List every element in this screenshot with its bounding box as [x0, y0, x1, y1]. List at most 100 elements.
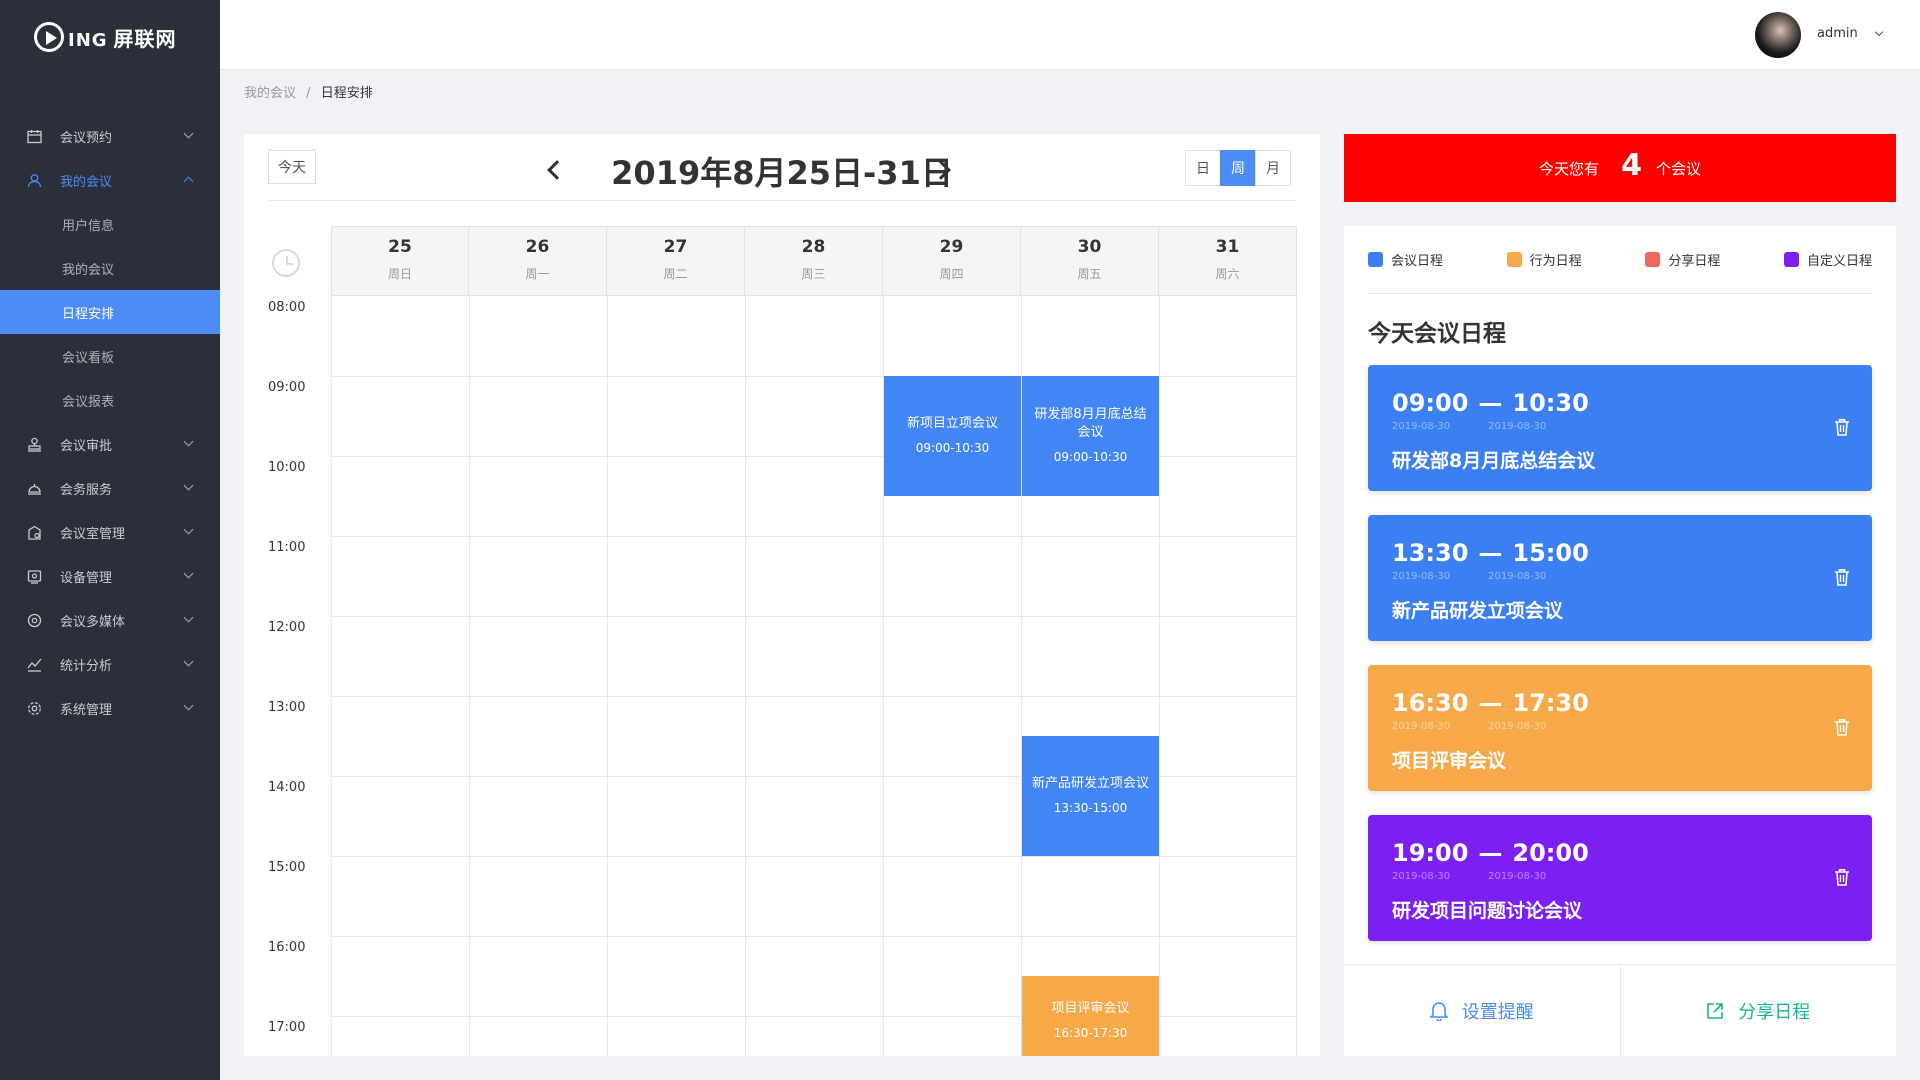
legend-item[interactable]: 分享日程: [1645, 250, 1720, 269]
sidebar-item-approval[interactable]: 会议审批: [0, 422, 220, 466]
sidebar-subitem-user-info[interactable]: 用户信息: [0, 202, 220, 246]
day-header-28[interactable]: 28 周三: [745, 226, 883, 296]
sidebar-item-label: 统计分析: [60, 658, 113, 674]
day-header-30[interactable]: 30 周五: [1021, 226, 1159, 296]
legend-swatch: [1783, 252, 1799, 267]
day-weekday: 周六: [1215, 267, 1240, 281]
sidebar-item-my-meetings[interactable]: 我的会议: [0, 158, 220, 202]
sidebar-item-booking[interactable]: 会议预约: [0, 114, 220, 158]
trash-icon[interactable]: [1834, 868, 1850, 886]
card-meeting-name: 研发部8月月底总结会议: [1392, 450, 1596, 472]
legend-item[interactable]: 行为日程: [1506, 250, 1582, 269]
schedule-card[interactable]: 16:30 — 17:30 2019-08-30 2019-08-30 项目评审会议: [1368, 665, 1872, 791]
chevron-up-icon: [183, 176, 194, 187]
event-title: 项目评审会议: [1051, 1001, 1130, 1016]
calendar-event[interactable]: 新产品研发立项会议 13:30-15:00: [1022, 736, 1159, 856]
hour-gridline: [331, 936, 1297, 937]
event-time: 09:00-10:30: [915, 441, 990, 455]
top-header: [220, 0, 1920, 70]
chevron-down-icon: [183, 612, 194, 623]
card-start-time: 16:30: [1392, 689, 1469, 717]
sidebar-subitem-schedule[interactable]: 日程安排: [0, 290, 220, 334]
schedule-card[interactable]: 19:00 — 20:00 2019-08-30 2019-08-30 研发项目问题讨论会…: [1368, 815, 1872, 941]
day-header-27[interactable]: 27 周二: [607, 226, 745, 296]
view-week-button[interactable]: 周: [1220, 150, 1256, 186]
day-gridline: [1296, 296, 1297, 1056]
chevron-down-icon: [183, 700, 194, 711]
share-schedule-button[interactable]: 分享日程: [1621, 965, 1897, 1056]
chevron-down-icon: [183, 436, 194, 447]
sidebar-item-service[interactable]: 会务服务: [0, 466, 220, 510]
day-number: 26: [525, 237, 550, 257]
user-name[interactable]: admin: [1817, 26, 1858, 41]
legend-item[interactable]: 会议日程: [1368, 250, 1443, 269]
sidebar-item-label: 会务服务: [60, 482, 113, 498]
time-label: 15:00: [268, 860, 306, 875]
sidebar-item-media[interactable]: 会议多媒体: [0, 598, 220, 642]
legend-swatch: [1645, 252, 1661, 267]
calendar-event[interactable]: 研发部8月月底总结会议 09:00-10:30: [1022, 376, 1159, 496]
divider: [1368, 293, 1872, 294]
sidebar-item-devices[interactable]: 设备管理: [0, 554, 220, 598]
card-meeting-name: 项目评审会议: [1392, 750, 1507, 772]
logo-name: 屏联网: [113, 26, 177, 51]
sidebar-nav: 会议预约 我的会议 用户信息 我的会议 日程安排 会议看板 会议报表 会议审批 …: [0, 114, 220, 730]
event-time: 16:30-17:30: [1053, 1026, 1128, 1040]
day-weekday: 周日: [387, 267, 412, 281]
day-header-29[interactable]: 29 周四: [883, 226, 1021, 296]
app-logo[interactable]: ING 屏联网: [0, 0, 220, 74]
set-reminder-button[interactable]: 设置提醒: [1344, 965, 1621, 1056]
view-month-button[interactable]: 月: [1255, 150, 1291, 186]
legend-label: 分享日程: [1668, 254, 1721, 269]
divider: [268, 200, 1296, 201]
sidebar-subitem-my-meetings[interactable]: 我的会议: [0, 246, 220, 290]
event-title: 新产品研发立项会议: [1031, 776, 1149, 791]
sidebar-item-stats[interactable]: 统计分析: [0, 642, 220, 686]
sidebar-item-system[interactable]: 系统管理: [0, 686, 220, 730]
view-day-button[interactable]: 日: [1185, 150, 1221, 186]
calendar-icon: [26, 128, 42, 144]
schedule-card[interactable]: 09:00 — 10:30 2019-08-30 2019-08-30 研发部8月月底总结…: [1368, 365, 1872, 491]
today-schedule-panel: 会议日程 行为日程 分享日程 自定义日程 今天会议日程 09:00—10:30 2019…: [1344, 226, 1896, 1056]
schedule-card[interactable]: 13:30 — 15:00 2019-08-30 2019-08-30 新产品研发立项会议: [1368, 515, 1872, 641]
day-header-26[interactable]: 26 周一: [469, 226, 607, 296]
time-label: 10:00: [268, 460, 306, 475]
event-time: 09:00-10:30: [1053, 450, 1128, 464]
chevron-down-icon: [183, 656, 194, 667]
card-start-time: 19:00: [1392, 839, 1469, 867]
day-header-25[interactable]: 25 周日: [331, 226, 469, 296]
device-icon: [26, 568, 42, 584]
calendar-event[interactable]: 项目评审会议 16:30-17:30: [1022, 976, 1159, 1056]
date-range-title: 2019年8月25日-31日: [611, 154, 953, 192]
card-time-range: 13:30 — 15:00: [1392, 539, 1589, 567]
day-gridline: [745, 296, 746, 1056]
card-dates: 2019-08-30 2019-08-30: [1392, 871, 1584, 882]
time-label: 08:00: [268, 300, 306, 315]
sidebar-subitem-report[interactable]: 会议报表: [0, 378, 220, 422]
share-schedule-label: 分享日程: [1738, 1001, 1811, 1023]
card-time-range: 19:00 — 20:00: [1392, 839, 1589, 867]
user-icon: [26, 172, 42, 188]
today-schedule-title: 今天会议日程: [1368, 321, 1506, 347]
avatar[interactable]: [1755, 12, 1801, 58]
legend-label: 自定义日程: [1806, 254, 1872, 269]
calendar-event[interactable]: 新项目立项会议 09:00-10:30: [884, 376, 1021, 496]
trash-icon[interactable]: [1834, 568, 1850, 586]
gear-icon: [26, 700, 42, 716]
legend-label: 会议日程: [1391, 254, 1444, 269]
sidebar-item-rooms[interactable]: 会议室管理: [0, 510, 220, 554]
breadcrumb-current: 日程安排: [320, 86, 373, 101]
trash-icon[interactable]: [1834, 418, 1850, 436]
day-gridline: [469, 296, 470, 1056]
time-cells[interactable]: 新项目立项会议 09:00-10:30 研发部8月月底总结会议 09:00-10:30…: [331, 296, 1297, 1056]
time-label: 16:00: [268, 940, 306, 955]
day-number: 30: [1077, 237, 1102, 257]
sidebar-subitem-board[interactable]: 会议看板: [0, 334, 220, 378]
legend-item[interactable]: 自定义日程: [1783, 250, 1872, 269]
card-start-date: 2019-08-30: [1392, 421, 1451, 432]
breadcrumb-parent[interactable]: 我的会议: [244, 86, 296, 101]
trash-icon[interactable]: [1834, 718, 1850, 736]
day-header-31[interactable]: 31 周六: [1159, 226, 1297, 296]
day-gridline: [331, 296, 332, 1056]
breadcrumb: 我的会议 / 日程安排: [244, 82, 373, 101]
